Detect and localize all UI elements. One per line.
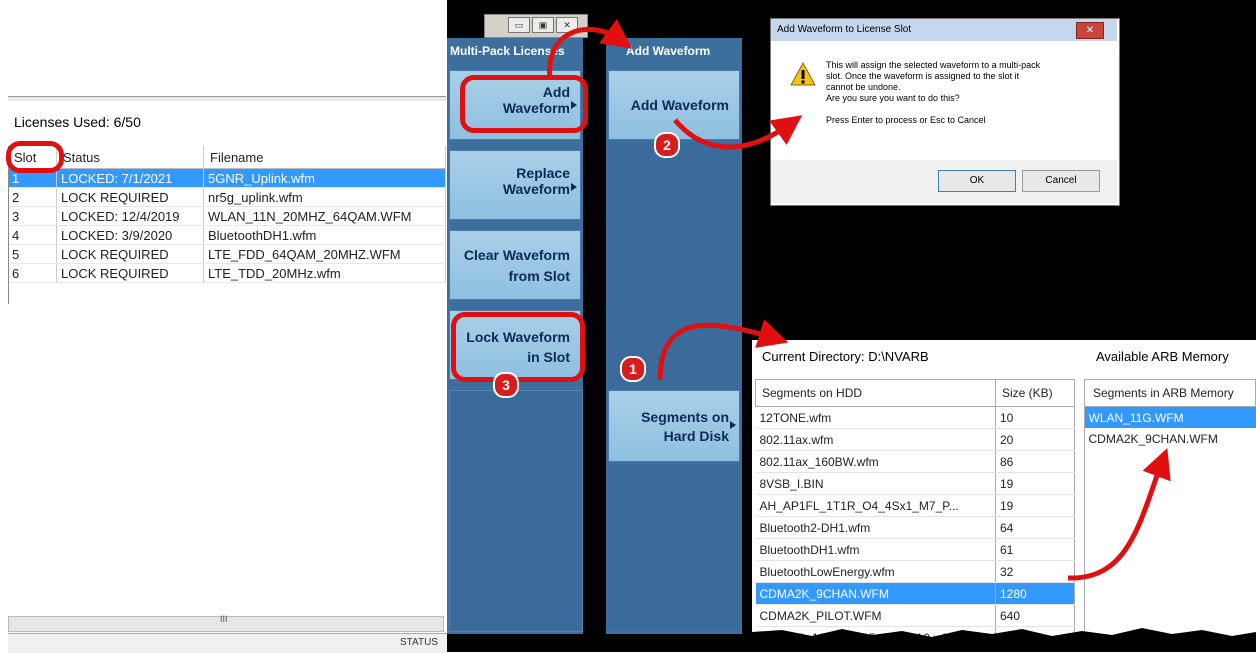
step-badge-3: 3 xyxy=(493,372,519,398)
step-badge-2: 2 xyxy=(654,132,680,158)
step-badge-1: 1 xyxy=(620,356,646,382)
annotation-arrows xyxy=(547,19,1171,581)
